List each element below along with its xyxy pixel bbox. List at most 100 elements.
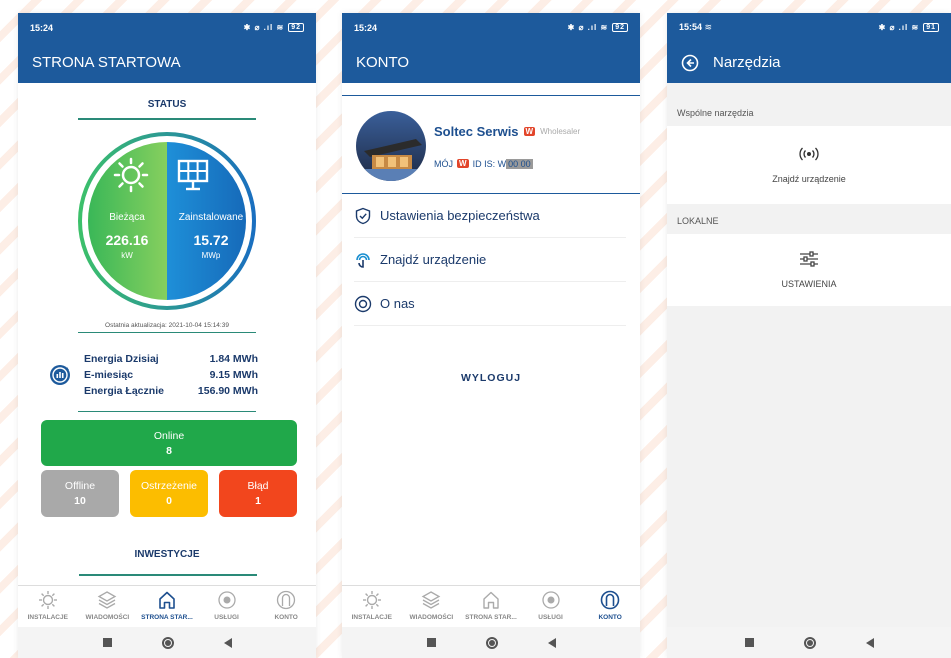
nav-installations[interactable]: INSTALACJE [343,590,401,621]
system-navigation [342,627,640,658]
battery-indicator: 91 [923,23,939,32]
nav-label: STRONA STAR... [141,614,193,621]
recents-icon[interactable] [744,638,754,647]
sliders-icon [800,251,818,267]
sun-icon [113,157,149,193]
settings-tool[interactable]: USTAWIENIA [667,234,951,306]
avatar[interactable] [356,111,426,181]
nav-installations[interactable]: INSTALACJE [19,590,77,621]
recents-icon[interactable] [102,638,112,647]
online-tile[interactable]: Online 8 [41,420,297,466]
back-icon[interactable] [865,637,874,648]
nav-home[interactable]: STRONA STAR... [138,590,196,621]
clock-time: 15:54 [679,22,703,32]
last-update-text: Ostatnia aktualizacja: 2021-10-04 15:14:… [105,322,229,329]
divider [78,118,256,120]
power-gauge[interactable]: Bieżąca 226.16 kW Zainstalowane 15.72 MW… [77,131,257,311]
bottom-navigation: INSTALACJE WIADOMOŚCI STRONA STAR... USŁ… [18,585,316,627]
wholesaler-badge: W [457,159,469,168]
settings-icon [217,591,236,609]
installed-power-unit: MWp [201,251,221,260]
profile-card: Soltec Serwis W Wholesaler MÓJ W ID IS: … [342,96,640,181]
logout-button[interactable]: WYLOGUJ [342,372,640,384]
nav-services[interactable]: USŁUGI [522,590,580,621]
id-prefix: MÓJ [434,158,453,169]
menu-label: Ustawienia bezpieczeństwa [380,208,540,223]
menu-label: Znajdź urządzenie [380,252,487,267]
refresh-chart-icon[interactable] [48,363,72,387]
system-navigation [667,627,951,658]
info-circle-icon [354,295,372,312]
sun-icon [38,591,57,609]
warning-count: 0 [166,495,172,507]
nav-messages[interactable]: WIADOMOŚCI [402,590,460,621]
wifi-small-icon: ≋ [704,22,713,32]
back-icon[interactable] [223,637,232,648]
current-power-unit: kW [121,251,133,260]
id-label: ID IS: W 00 00 [473,158,533,169]
solar-panel-icon [177,159,209,191]
tools-content: Wspólne narzędzia Znajdź urządzenie LOKA… [667,100,951,306]
back-arrow-icon[interactable] [681,54,699,72]
nav-messages[interactable]: WIADOMOŚCI [78,590,136,621]
nav-label: INSTALACJE [351,614,392,621]
home-system-icon[interactable] [485,636,498,649]
energy-label: E-miesiąc [84,369,134,381]
warning-tile[interactable]: Ostrzeżenie 0 [130,470,208,517]
profile-id-row: MÓJ W ID IS: W 00 00 [434,158,580,169]
sun-icon [362,591,381,609]
local-label: LOKALNE [677,216,719,226]
status-bar: 15:54 ≋ ✱ ⌀ .ıl ≋ 91 [667,13,951,42]
account-icon [600,590,620,610]
energy-value: 9.15 MWh [209,369,258,381]
installed-power-label: Zainstalowane [178,212,244,223]
menu-find-device[interactable]: Znajdź urządzenie [354,238,626,282]
offline-tile[interactable]: Offline 10 [41,470,119,517]
menu-label: O nas [380,296,415,311]
nav-account[interactable]: KONTO [257,590,315,621]
common-tools-label: Wspólne narzędzia [677,108,754,118]
home-icon [159,591,175,609]
nav-label: USŁUGI [538,614,563,621]
page-title: STRONA STARTOWA [32,54,181,71]
home-system-icon[interactable] [161,636,174,649]
energy-summary: Energia Dzisiaj 1.84 MWh E-miesiąc 9.15 … [48,351,316,399]
tools-screen: 15:54 ≋ ✱ ⌀ .ıl ≋ 91 Narzędzia Wspólne n… [667,13,951,658]
error-tile[interactable]: Błąd 1 [219,470,297,517]
id-selected-text[interactable]: 00 00 [506,158,533,169]
online-count: 8 [166,444,172,457]
page-title: Narzędzia [713,54,781,71]
nav-services[interactable]: USŁUGI [198,590,256,621]
profile-name-row: Soltec Serwis W Wholesaler [434,124,580,139]
clock: 15:54 ≋ [679,22,712,33]
home-icon [483,591,499,609]
nav-label: KONTO [598,614,622,621]
warning-label: Ostrzeżenie [140,480,198,492]
divider [78,411,256,412]
broadcast-icon [799,147,819,161]
app-bar: KONTO [342,42,640,83]
menu-about[interactable]: O nas [354,282,626,326]
status-icons: ✱ ⌀ .ıl ≋ 91 [879,23,939,32]
energy-list: Energia Dzisiaj 1.84 MWh E-miesiąc 9.15 … [84,351,258,399]
investments-section-title: INWESTYCJE [134,549,200,560]
settings-label: USTAWIENIA [781,279,837,289]
battery-indicator: 92 [612,23,628,32]
find-device-tool[interactable]: Znajdź urządzenie [667,126,951,204]
energy-row: Energia Dzisiaj 1.84 MWh [84,351,258,367]
layers-icon [98,591,117,609]
home-screen: 15:24 ✱ ⌀ .ıl ≋ 92 STRONA STARTOWA STATU… [18,13,316,658]
online-label: Online [153,429,185,442]
offline-count: 10 [74,495,86,507]
back-icon[interactable] [547,637,556,648]
energy-row: E-miesiąc 9.15 MWh [84,367,258,383]
nav-account[interactable]: KONTO [581,590,639,621]
app-bar: STRONA STARTOWA [18,42,316,83]
offline-label: Offline [64,480,96,492]
recents-icon[interactable] [426,638,436,647]
home-system-icon[interactable] [803,636,816,649]
menu-security-settings[interactable]: Ustawienia bezpieczeństwa [354,194,626,238]
status-icons: ✱ ⌀ .ıl ≋ 92 [568,23,628,32]
nav-home[interactable]: STRONA STAR... [462,590,520,621]
status-bar: 15:24 ✱ ⌀ .ıl ≋ 92 [342,13,640,42]
